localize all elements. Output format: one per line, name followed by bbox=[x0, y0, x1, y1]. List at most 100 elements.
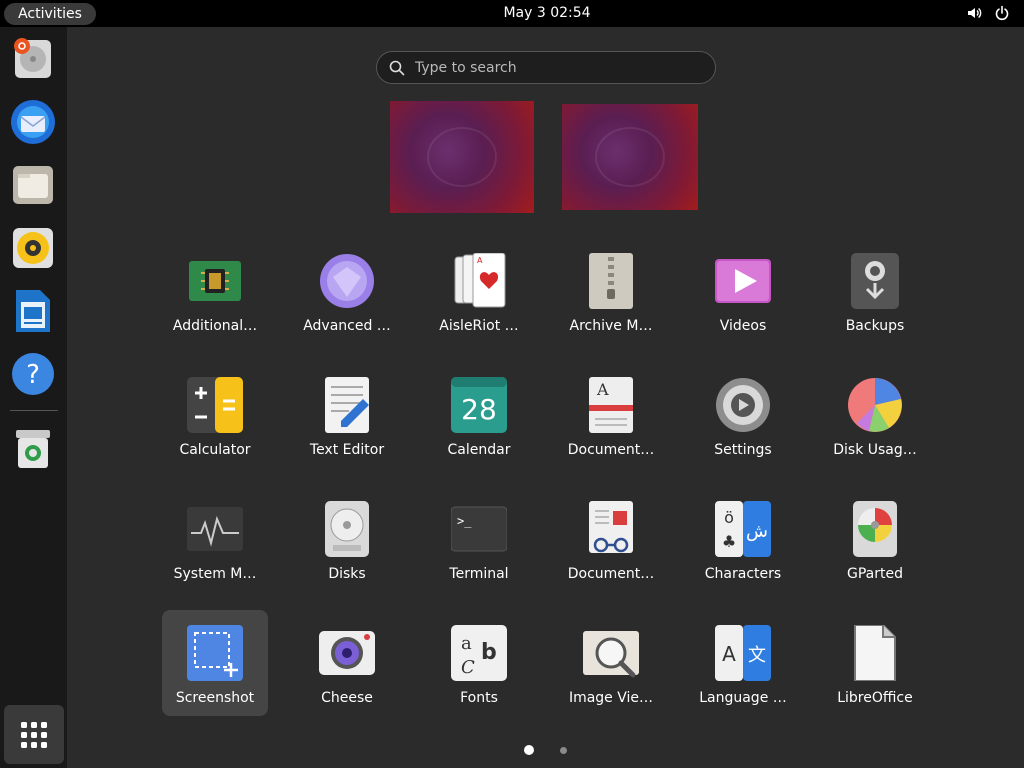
app-label: Additional… bbox=[172, 318, 258, 334]
app-tile[interactable]: Document… bbox=[558, 486, 664, 592]
app-tile[interactable]: Text Editor bbox=[294, 362, 400, 468]
workspace-thumbnail-1[interactable] bbox=[390, 101, 534, 213]
dock-item-files[interactable] bbox=[9, 161, 57, 209]
app-label: System M… bbox=[173, 566, 257, 582]
app-label: Advanced … bbox=[303, 318, 391, 334]
svg-text:ö: ö bbox=[724, 508, 734, 527]
app-tile[interactable]: A AisleRiot … bbox=[426, 238, 532, 344]
app-tile[interactable]: Image Vie… bbox=[558, 610, 664, 716]
app-tile[interactable]: Advanced … bbox=[294, 238, 400, 344]
svg-text:ش: ش bbox=[746, 521, 768, 542]
volume-icon[interactable] bbox=[966, 5, 982, 21]
chip-icon bbox=[187, 253, 243, 309]
app-tile[interactable]: Archive M… bbox=[558, 238, 664, 344]
trash-icon bbox=[16, 430, 50, 468]
show-applications-button[interactable] bbox=[4, 705, 64, 764]
dock-item-help[interactable]: ? bbox=[9, 350, 57, 398]
app-tile[interactable]: A 文 Language … bbox=[690, 610, 796, 716]
settings-gear-icon bbox=[715, 377, 771, 433]
calculator-icon bbox=[187, 377, 243, 433]
app-label: GParted bbox=[847, 566, 903, 582]
svg-text:?: ? bbox=[26, 360, 40, 390]
app-tile[interactable]: Calculator bbox=[162, 362, 268, 468]
dock-separator bbox=[10, 410, 58, 411]
search-icon bbox=[389, 60, 405, 75]
app-label: Document… bbox=[567, 442, 655, 458]
clock-label[interactable]: May 3 02:54 bbox=[503, 5, 590, 21]
dock-item-thunderbird[interactable] bbox=[9, 98, 57, 146]
svg-text:>_: >_ bbox=[457, 514, 472, 528]
app-label: Characters bbox=[704, 566, 782, 582]
installer-disc-icon bbox=[14, 38, 51, 78]
video-icon bbox=[715, 253, 771, 309]
pie-icon bbox=[847, 377, 903, 433]
app-tile[interactable]: a b C Fonts bbox=[426, 610, 532, 716]
app-label: Calculator bbox=[179, 442, 251, 458]
app-label: Settings bbox=[714, 442, 772, 458]
app-tile[interactable]: Cheese bbox=[294, 610, 400, 716]
system-tray[interactable] bbox=[966, 5, 1010, 21]
dock-item-writer[interactable] bbox=[9, 287, 57, 335]
gparted-icon bbox=[847, 501, 903, 557]
svg-text:A: A bbox=[596, 380, 609, 399]
camera-icon bbox=[319, 625, 375, 681]
cards-icon: A bbox=[451, 253, 507, 309]
mail-icon bbox=[11, 100, 55, 144]
dock-item-rhythmbox[interactable] bbox=[9, 224, 57, 272]
app-tile[interactable]: Videos bbox=[690, 238, 796, 344]
app-tile[interactable]: Additional… bbox=[162, 238, 268, 344]
svg-text:a: a bbox=[461, 633, 472, 654]
workspace-thumbnail-2[interactable] bbox=[562, 104, 698, 210]
backup-icon bbox=[847, 253, 903, 309]
music-icon bbox=[13, 228, 53, 268]
document-viewer-icon bbox=[583, 501, 639, 557]
app-tile[interactable]: Disk Usag… bbox=[822, 362, 928, 468]
app-tile[interactable]: Backups bbox=[822, 238, 928, 344]
app-label: Screenshot bbox=[175, 690, 255, 706]
gem-icon bbox=[319, 253, 375, 309]
app-label: Image Vie… bbox=[568, 690, 654, 706]
svg-text:A: A bbox=[722, 642, 736, 666]
dock-item-trash[interactable] bbox=[9, 425, 57, 473]
app-label: Backups bbox=[845, 318, 905, 334]
fonts-icon: abC bbox=[451, 625, 507, 681]
svg-text:♣: ♣ bbox=[722, 532, 736, 551]
svg-text:C: C bbox=[461, 657, 475, 678]
system-monitor-icon bbox=[187, 501, 243, 557]
characters-icon: ö ♣ ش bbox=[715, 501, 771, 557]
power-icon[interactable] bbox=[994, 5, 1010, 21]
app-label: Cheese bbox=[321, 690, 373, 706]
activities-button[interactable]: Activities bbox=[4, 3, 96, 25]
libreoffice-icon bbox=[847, 625, 903, 681]
image-viewer-icon bbox=[583, 625, 639, 681]
app-tile[interactable]: Disks bbox=[294, 486, 400, 592]
app-tile[interactable]: Screenshot bbox=[162, 610, 268, 716]
app-tile[interactable]: LibreOffice bbox=[822, 610, 928, 716]
page-dot-2[interactable] bbox=[560, 747, 567, 754]
app-tile[interactable]: System M… bbox=[162, 486, 268, 592]
disks-icon bbox=[319, 501, 375, 557]
app-label: Videos bbox=[719, 318, 767, 334]
dock: ? bbox=[0, 27, 67, 768]
zip-icon bbox=[583, 253, 639, 309]
clock: May 3 02:54 bbox=[0, 0, 1024, 27]
dock-item-installer[interactable] bbox=[9, 35, 57, 83]
app-tile[interactable]: Settings bbox=[690, 362, 796, 468]
svg-text:28: 28 bbox=[461, 393, 497, 426]
grid-icon bbox=[21, 721, 47, 748]
app-label: Disks bbox=[328, 566, 366, 582]
page-dot-1[interactable] bbox=[524, 745, 534, 755]
app-label: Archive M… bbox=[569, 318, 653, 334]
app-label: Language … bbox=[699, 690, 787, 706]
svg-text:b: b bbox=[481, 640, 497, 665]
app-tile[interactable]: A Document… bbox=[558, 362, 664, 468]
app-tile[interactable]: 28 Calendar bbox=[426, 362, 532, 468]
app-label: Fonts bbox=[460, 690, 498, 706]
app-label: Text Editor bbox=[309, 442, 385, 458]
search-box[interactable] bbox=[376, 51, 716, 84]
app-tile[interactable]: >_ Terminal bbox=[426, 486, 532, 592]
app-tile[interactable]: GParted bbox=[822, 486, 928, 592]
app-tile[interactable]: ö ♣ ش Characters bbox=[690, 486, 796, 592]
app-label: Terminal bbox=[449, 566, 509, 582]
search-input[interactable] bbox=[415, 59, 695, 76]
